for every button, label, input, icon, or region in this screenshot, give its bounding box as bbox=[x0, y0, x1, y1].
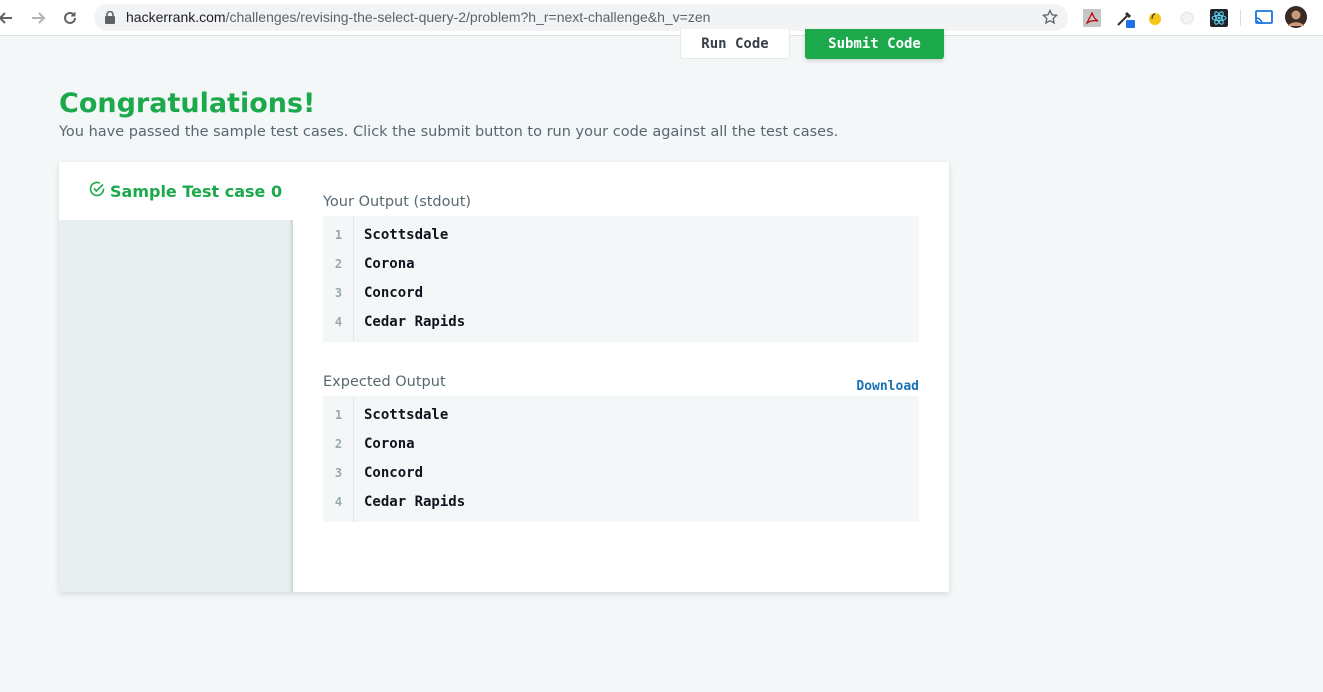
forward-arrow-icon[interactable] bbox=[26, 6, 50, 30]
expected-output-box: 1 Scottsdale 2 Corona 3 Concord 4 Cedar Rapi… bbox=[323, 396, 919, 522]
tab-label: Sample Test case 0 bbox=[110, 181, 283, 201]
back-arrow-icon[interactable] bbox=[0, 6, 18, 30]
congratulations-title: Congratulations! bbox=[59, 88, 316, 119]
circle-extension-icon[interactable] bbox=[1177, 8, 1197, 28]
react-extension-icon[interactable] bbox=[1209, 8, 1229, 28]
lock-icon bbox=[105, 10, 115, 29]
star-icon[interactable] bbox=[1041, 8, 1059, 30]
your-output-box: 1 Scottsdale 2 Corona 3 Concord 4 Cedar Rapi… bbox=[323, 216, 919, 342]
run-code-button[interactable]: Run Code bbox=[680, 29, 790, 59]
download-link[interactable]: Download bbox=[856, 379, 919, 394]
reload-icon[interactable] bbox=[58, 6, 82, 30]
your-output-label: Your Output (stdout) bbox=[323, 194, 472, 210]
pdf-extension-icon[interactable] bbox=[1082, 8, 1102, 28]
submit-code-button[interactable]: Submit Code bbox=[805, 29, 944, 59]
output-line: 2 Corona bbox=[334, 255, 415, 272]
avatar[interactable] bbox=[1285, 6, 1307, 28]
cast-icon[interactable] bbox=[1254, 8, 1274, 28]
expected-line: 2 Corona bbox=[334, 435, 415, 452]
expected-line: 1 Scottsdale bbox=[334, 406, 449, 423]
browser-toolbar: hackerrank.com/challenges/revising-the-s… bbox=[0, 0, 1323, 36]
expected-line: 4 Cedar Rapids bbox=[334, 493, 466, 510]
check-circle-icon bbox=[89, 181, 110, 201]
sidebar-shadow bbox=[289, 220, 293, 592]
output-line: 3 Concord bbox=[334, 284, 424, 301]
address-bar[interactable]: hackerrank.com/challenges/revising-the-s… bbox=[94, 4, 1068, 31]
output-line: 1 Scottsdale bbox=[334, 226, 449, 243]
url-text: hackerrank.com/challenges/revising-the-s… bbox=[126, 9, 711, 25]
toolbar-divider bbox=[1240, 10, 1241, 26]
eyedropper-extension-icon[interactable] bbox=[1115, 8, 1135, 28]
tab-sample-test-case-0[interactable]: Sample Test case 0 bbox=[59, 162, 293, 220]
hand-extension-icon[interactable] bbox=[1145, 8, 1165, 28]
output-line: 4 Cedar Rapids bbox=[334, 313, 466, 330]
test-results-panel: Sample Test case 0 Your Output (stdout) … bbox=[59, 162, 949, 592]
expected-line: 3 Concord bbox=[334, 464, 424, 481]
expected-output-label: Expected Output bbox=[323, 374, 446, 390]
congratulations-message: You have passed the sample test cases. C… bbox=[59, 124, 839, 140]
testcase-sidebar: Sample Test case 0 bbox=[59, 162, 293, 592]
